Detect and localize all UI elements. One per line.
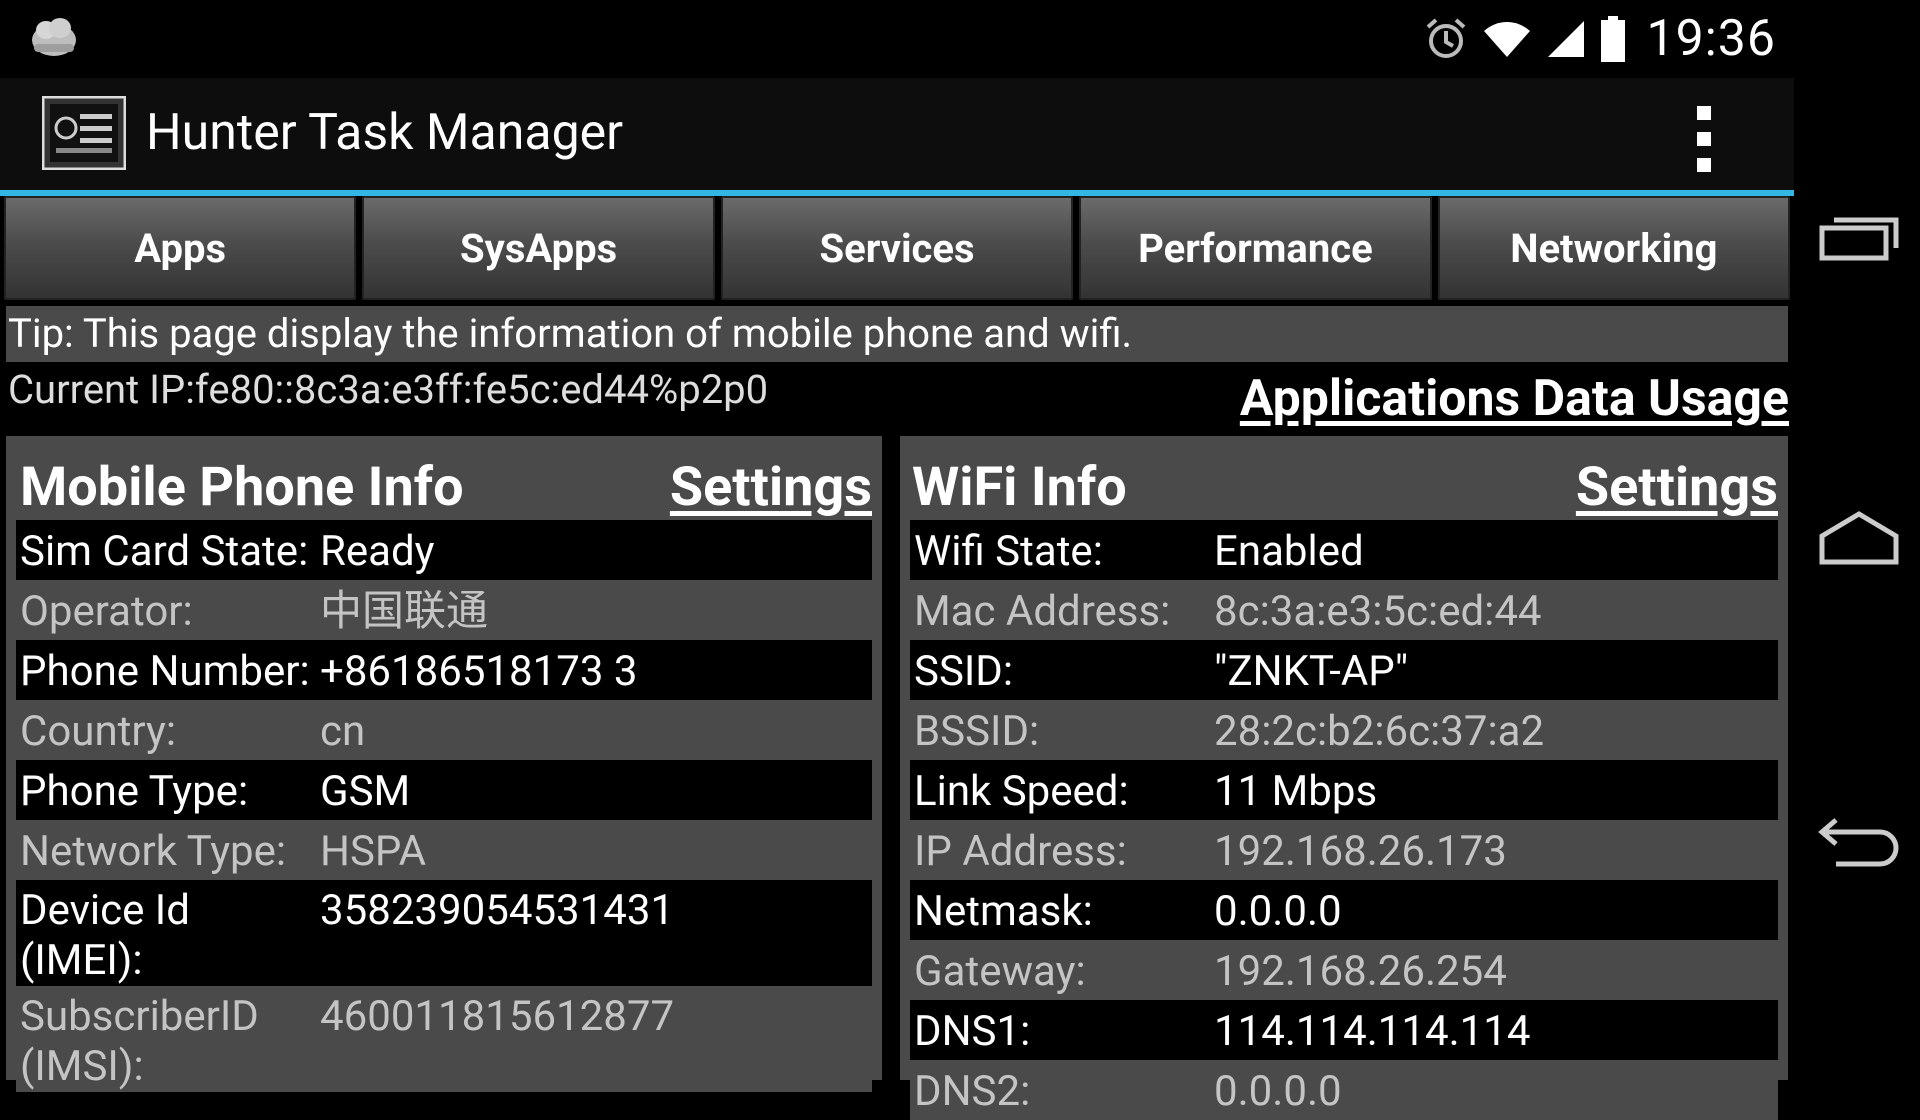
info-row: Phone Type: GSM (16, 760, 872, 820)
mobile-panel-title: Mobile Phone Info (20, 456, 464, 519)
status-bar: 19:36 (0, 0, 1794, 78)
row-label: DNS2: (914, 1067, 1031, 1116)
info-row: BSSID: 28:2c:b2:6c:37:a2 (910, 700, 1778, 760)
row-value: 192.168.26.254 (1214, 947, 1507, 996)
row-label: BSSID: (914, 707, 1040, 756)
home-icon[interactable] (1816, 508, 1902, 568)
info-row: Wifi State: Enabled (910, 520, 1778, 580)
row-value: +86186518173 3 (320, 647, 638, 696)
tab-performance[interactable]: Performance (1079, 196, 1432, 300)
row-label: Phone Number: (20, 647, 310, 696)
row-value: 114.114.114.114 (1214, 1007, 1531, 1056)
info-row: IP Address: 192.168.26.173 (910, 820, 1778, 880)
tab-services[interactable]: Services (720, 196, 1074, 300)
info-row: Operator: 中国联通 (16, 580, 872, 640)
mobile-settings-link[interactable]: Settings (670, 456, 872, 519)
row-label: Wifi State: (914, 527, 1103, 576)
row-value: HSPA (320, 827, 426, 876)
row-value: 358239054531431 (320, 886, 675, 935)
notification-icon (32, 18, 76, 56)
tip-text: Tip: This page display the information o… (6, 306, 1788, 362)
row-label: Phone Type: (20, 767, 249, 816)
signal-icon (1548, 21, 1585, 57)
row-label: SSID: (914, 647, 1014, 696)
battery-icon (1601, 16, 1626, 62)
clock: 19:36 (1646, 10, 1776, 68)
info-row: Gateway: 192.168.26.254 (910, 940, 1778, 1000)
app-title: Hunter Task Manager (146, 104, 624, 162)
info-row: Sim Card State: Ready (16, 520, 872, 580)
row-label: Link Speed: (914, 767, 1129, 816)
row-label: Device Id (IMEI): (20, 886, 190, 985)
tab-bar: Apps SysApps Services Performance Networ… (0, 196, 1794, 300)
info-row: Mac Address: 8c:3a:e3:5c:ed:44 (910, 580, 1778, 640)
row-label: DNS1: (914, 1007, 1031, 1056)
mobile-phone-info-panel: Mobile Phone Info Settings Sim Card Stat… (6, 436, 882, 1092)
row-value: 中国联通 (320, 587, 489, 636)
row-label: Netmask: (914, 887, 1093, 936)
row-label: Mac Address: (914, 587, 1171, 636)
tab-apps[interactable]: Apps (4, 196, 357, 300)
overflow-menu-icon[interactable] (1692, 106, 1716, 172)
alarm-icon (1427, 18, 1466, 58)
info-row: SSID: "ZNKT-AP" (910, 640, 1778, 700)
row-value: cn (320, 707, 366, 756)
recent-apps-icon[interactable] (1816, 208, 1902, 268)
row-value: 0.0.0.0 (1214, 1067, 1342, 1116)
task-manager-icon[interactable] (42, 96, 126, 170)
navigation-bar (1794, 0, 1920, 1080)
row-label: Operator: (20, 587, 193, 636)
info-row: Device Id (IMEI): 358239054531431 (16, 880, 872, 986)
tab-sysapps[interactable]: SysApps (362, 196, 715, 300)
row-value: Ready (320, 527, 435, 576)
info-row: Phone Number: +86186518173 3 (16, 640, 872, 700)
row-value: 460011815612877 (320, 992, 675, 1041)
info-row: Link Speed: 11 Mbps (910, 760, 1778, 820)
row-label: IP Address: (914, 827, 1127, 876)
row-value: Enabled (1214, 527, 1364, 576)
row-label: SubscriberID (IMSI): (20, 992, 259, 1091)
row-label: Country: (20, 707, 177, 756)
wifi-settings-link[interactable]: Settings (1576, 456, 1778, 519)
tab-networking[interactable]: Networking (1437, 196, 1791, 300)
info-row: Network Type: HSPA (16, 820, 872, 880)
row-value: 0.0.0.0 (1214, 887, 1342, 936)
wifi-icon (1484, 22, 1531, 57)
wifi-info-panel: WiFi Info Settings Wifi State: Enabled Ma… (900, 436, 1788, 1120)
row-value: 192.168.26.173 (1214, 827, 1507, 876)
info-row: Netmask: 0.0.0.0 (910, 880, 1778, 940)
row-label: Network Type: (20, 827, 287, 876)
row-value: GSM (320, 767, 411, 816)
info-row: DNS2: 0.0.0.0 (910, 1060, 1778, 1120)
current-ip: Current IP:fe80::8c3a:e3ff:fe5c:ed44%p2p… (8, 366, 769, 413)
row-value: 8c:3a:e3:5c:ed:44 (1214, 587, 1542, 636)
info-row: DNS1: 114.114.114.114 (910, 1000, 1778, 1060)
action-bar: Hunter Task Manager (0, 78, 1794, 196)
applications-data-usage-link[interactable]: Applications Data Usage (1240, 370, 1789, 428)
info-row: Country: cn (16, 700, 872, 760)
row-value: "ZNKT-AP" (1214, 647, 1409, 696)
row-value: 28:2c:b2:6c:37:a2 (1214, 707, 1545, 756)
row-label: Sim Card State: (20, 527, 309, 576)
info-row: SubscriberID (IMSI): 460011815612877 (16, 986, 872, 1092)
row-value: 11 Mbps (1214, 767, 1378, 816)
back-icon[interactable] (1816, 808, 1902, 868)
wifi-panel-title: WiFi Info (912, 456, 1127, 519)
row-label: Gateway: (914, 947, 1086, 996)
